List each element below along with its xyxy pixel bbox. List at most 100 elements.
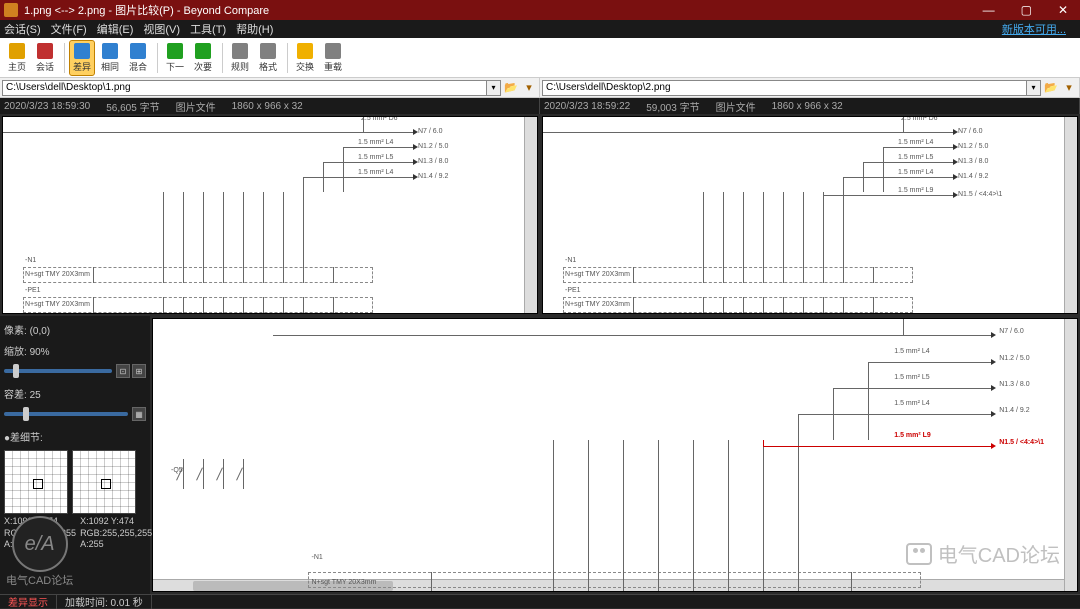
detail-label: ●差细节: (4, 429, 146, 444)
zoom-label: 缩放: (4, 347, 27, 358)
prev-diff-button[interactable]: 次要 (190, 40, 216, 76)
left-info: 2020/3/23 18:59:30 56,605 字节 图片文件 1860 x… (0, 98, 540, 114)
rules-icon (232, 43, 248, 59)
right-dim: 1860 x 966 x 32 (772, 101, 843, 112)
scrollbar-thumb[interactable] (1066, 157, 1076, 207)
scrollbar-thumb[interactable] (1066, 339, 1076, 399)
left-path-dropdown[interactable]: ▾ (487, 80, 501, 96)
right-type: 图片文件 (716, 99, 756, 114)
format-icon (260, 43, 276, 59)
sessions-button[interactable]: 会话 (32, 40, 58, 76)
scrollbar-thumb[interactable] (526, 157, 536, 207)
zoom-value: 90% (30, 347, 50, 358)
right-pixel-rgb: RGB:255,255,255 (80, 528, 152, 540)
update-link[interactable]: 新版本可用... (1002, 21, 1066, 37)
right-pixel-preview (72, 450, 136, 514)
menu-file[interactable]: 文件(F) (51, 21, 87, 37)
maximize-button[interactable]: ▢ (1013, 3, 1040, 17)
right-path: ▾ 📂 ▾ (540, 78, 1080, 97)
status-diff: 差异显示 (0, 594, 57, 609)
coords-label: 像素: (4, 326, 27, 337)
tol-grid-button[interactable]: ▦ (132, 407, 146, 421)
right-browse-button[interactable]: 📂 (1043, 80, 1059, 96)
swap-icon (297, 43, 313, 59)
coords-value: (0,0) (30, 326, 51, 337)
home-button[interactable]: 主页 (4, 40, 30, 76)
struct-button[interactable]: 混合 (125, 40, 151, 76)
watermark-logo: e/A 电气CAD论坛 (6, 516, 73, 588)
menu-help[interactable]: 帮助(H) (236, 21, 273, 37)
diff-button[interactable]: 差异 (69, 40, 95, 76)
close-button[interactable]: ✕ (1050, 3, 1076, 17)
left-browse-button[interactable]: 📂 (503, 80, 519, 96)
zoom-fit-button[interactable]: ⊡ (116, 364, 130, 378)
menu-tools[interactable]: 工具(T) (190, 21, 226, 37)
left-type: 图片文件 (176, 99, 216, 114)
right-image-panel[interactable]: 2.5 mm² D6N7 / 6.0N1.2 / 5.01.5 mm² L4N1… (542, 116, 1078, 314)
reload-button[interactable]: 重载 (320, 40, 346, 76)
tol-label: 容差: (4, 390, 27, 401)
right-history-button[interactable]: ▾ (1061, 80, 1077, 96)
tol-track[interactable] (4, 412, 128, 416)
right-date: 2020/3/23 18:59:22 (544, 101, 630, 112)
right-size: 59,003 字节 (646, 99, 699, 114)
next-diff-button[interactable]: 下一 (162, 40, 188, 76)
format-button[interactable]: 格式 (255, 40, 281, 76)
left-path: ▾ 📂 ▾ (0, 78, 540, 97)
left-history-button[interactable]: ▾ (521, 80, 537, 96)
ea-icon: e/A (12, 516, 68, 572)
path-row: ▾ 📂 ▾ ▾ 📂 ▾ (0, 78, 1080, 98)
bottom-area: 像素: (0,0) 缩放: 90% ⊡⊞ 容差: 25 ▦ ●差细节: X:10… (0, 316, 1080, 594)
zoom-knob[interactable] (13, 364, 19, 378)
left-dim: 1860 x 966 x 32 (232, 101, 303, 112)
left-path-input[interactable] (2, 80, 487, 96)
tol-value: 25 (30, 390, 41, 401)
left-date: 2020/3/23 18:59:30 (4, 101, 90, 112)
swap-button[interactable]: 交换 (292, 40, 318, 76)
menu-edit[interactable]: 编辑(E) (97, 21, 134, 37)
rules-button[interactable]: 规则 (227, 40, 253, 76)
menu-view[interactable]: 视图(V) (143, 21, 180, 37)
watermark-text: 电气CAD论坛 (6, 572, 73, 588)
tol-knob[interactable] (23, 407, 29, 421)
reload-icon (325, 43, 341, 59)
menu-bar: 会话(S) 文件(F) 编辑(E) 视图(V) 工具(T) 帮助(H) 新版本可… (0, 20, 1080, 38)
same-icon (102, 43, 118, 59)
title-bar: 1.png <--> 2.png - 图片比较(P) - Beyond Comp… (0, 0, 1080, 20)
minimize-button[interactable]: — (975, 3, 1003, 17)
tolerance-slider[interactable]: ▦ (4, 407, 146, 421)
next-icon (167, 43, 183, 59)
app-icon (4, 3, 18, 17)
info-row: 2020/3/23 18:59:30 56,605 字节 图片文件 1860 x… (0, 98, 1080, 114)
status-bar: 差异显示 加载时间: 0.01 秒 (0, 594, 1080, 608)
right-path-dropdown[interactable]: ▾ (1027, 80, 1041, 96)
left-pixel-preview (4, 450, 68, 514)
sessions-icon (37, 43, 53, 59)
separator (287, 43, 288, 73)
right-pixel-a: A:255 (80, 539, 152, 551)
window-title: 1.png <--> 2.png - 图片比较(P) - Beyond Comp… (24, 2, 975, 18)
zoom-100-button[interactable]: ⊞ (132, 364, 146, 378)
separator (157, 43, 158, 73)
window-controls: — ▢ ✕ (975, 3, 1076, 17)
diff-icon (74, 43, 90, 59)
separator (222, 43, 223, 73)
home-icon (9, 43, 25, 59)
diff-view[interactable]: -Q52.5 mm² D6N7 / 6.0N1.2 / 5.01.5 mm² L… (152, 318, 1078, 592)
struct-icon (130, 43, 146, 59)
right-pixel-xy: X:1092 Y:474 (80, 516, 152, 528)
compare-row: 2.5 mm² D6N7 / 6.0N1.2 / 5.01.5 mm² L4N1… (0, 114, 1080, 316)
left-image-panel[interactable]: 2.5 mm² D6N7 / 6.0N1.2 / 5.01.5 mm² L4N1… (2, 116, 538, 314)
right-path-input[interactable] (542, 80, 1027, 96)
zoom-slider[interactable]: ⊡⊞ (4, 364, 146, 378)
pixel-preview (4, 450, 146, 514)
separator (64, 43, 65, 73)
prev-icon (195, 43, 211, 59)
toolbar: 主页 会话 差异 相同 混合 下一 次要 规则 格式 交换 重载 (0, 38, 1080, 78)
same-button[interactable]: 相同 (97, 40, 123, 76)
left-size: 56,605 字节 (106, 99, 159, 114)
zoom-track[interactable] (4, 369, 112, 373)
right-info: 2020/3/23 18:59:22 59,003 字节 图片文件 1860 x… (540, 98, 1080, 114)
menu-session[interactable]: 会话(S) (4, 21, 41, 37)
status-load-time: 加载时间: 0.01 秒 (57, 594, 152, 609)
